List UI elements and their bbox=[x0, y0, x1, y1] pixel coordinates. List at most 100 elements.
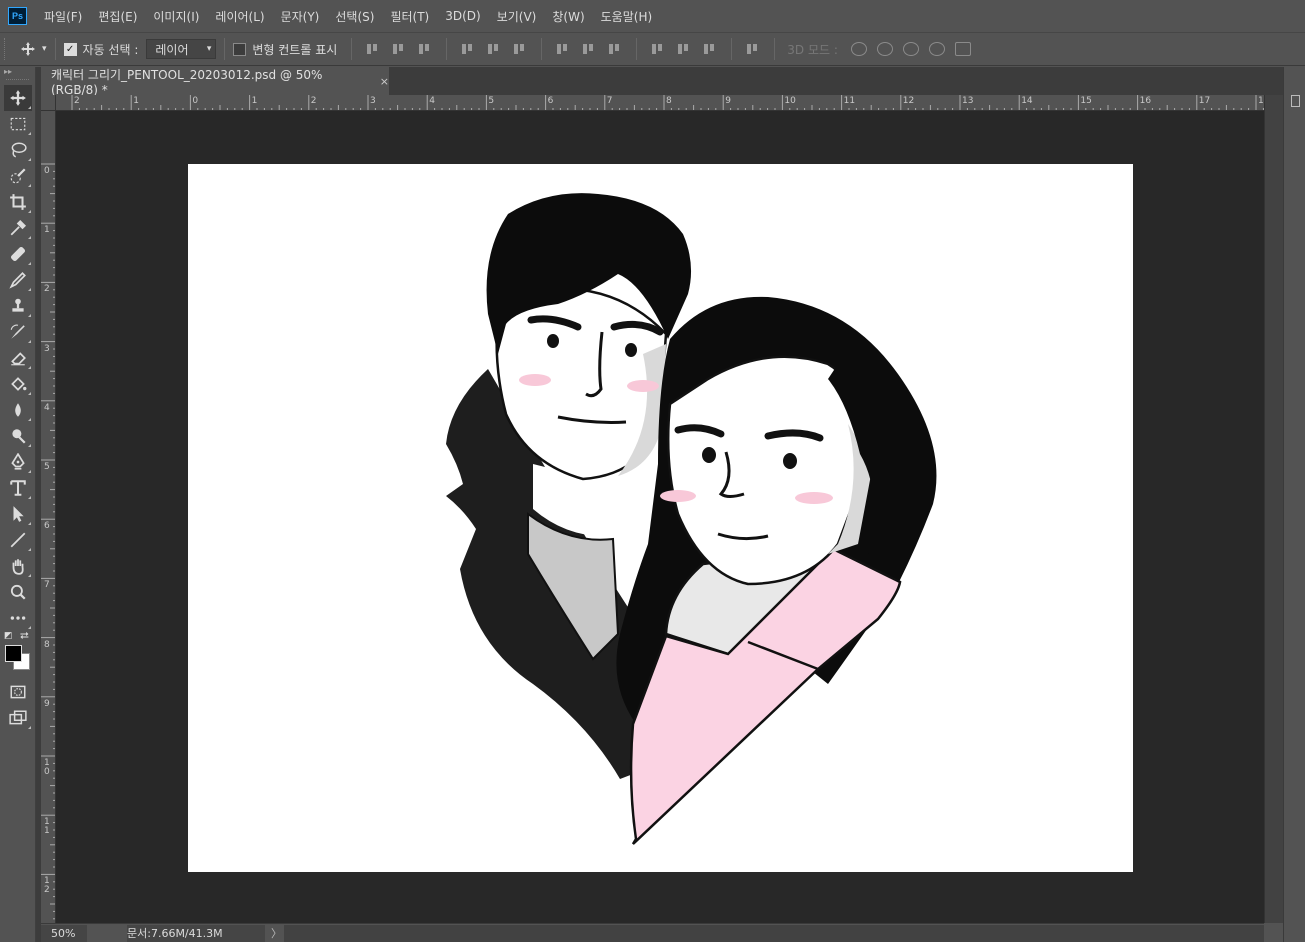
ruler-origin[interactable] bbox=[41, 95, 56, 111]
distribute-left-icon[interactable] bbox=[651, 42, 665, 56]
chevron-down-icon: ▾ bbox=[206, 44, 212, 54]
menu-file[interactable]: 파일(F) bbox=[44, 8, 82, 25]
align-right-icon[interactable] bbox=[513, 42, 527, 56]
document-tab[interactable]: 캐릭터 그리기_PENTOOL_20203012.psd @ 50% (RGB/… bbox=[41, 67, 389, 97]
ruler-label: 2 bbox=[44, 284, 50, 295]
screen-mode-icon[interactable] bbox=[4, 705, 32, 731]
options-grip[interactable] bbox=[4, 38, 10, 60]
distribute-right-icon[interactable] bbox=[703, 42, 717, 56]
lasso-tool-icon[interactable] bbox=[4, 137, 32, 163]
hand-tool-icon[interactable] bbox=[4, 553, 32, 579]
3d-mode-label: 3D 모드 : bbox=[787, 42, 838, 57]
menu-select[interactable]: 선택(S) bbox=[335, 8, 374, 25]
ruler-label: 11 bbox=[843, 96, 856, 106]
transform-controls-checkbox[interactable] bbox=[233, 42, 247, 56]
menu-type[interactable]: 문자(Y) bbox=[281, 8, 320, 25]
path-select-tool-icon[interactable] bbox=[4, 501, 32, 527]
brush-tool-icon[interactable] bbox=[4, 267, 32, 293]
document-tab-bar: 캐릭터 그리기_PENTOOL_20203012.psd @ 50% (RGB/… bbox=[41, 67, 1283, 97]
distribute-vertical-center-icon[interactable] bbox=[582, 42, 596, 56]
align-top-icon[interactable] bbox=[366, 42, 380, 56]
transform-controls-label: 변형 컨트롤 표시 bbox=[252, 42, 338, 57]
vertical-scrollbar[interactable] bbox=[1264, 95, 1283, 923]
default-colors-icon[interactable]: ◩ bbox=[4, 631, 13, 641]
menu-bar: Ps 파일(F) 편집(E) 이미지(I) 레이어(L) 문자(Y) 선택(S)… bbox=[0, 0, 1305, 32]
ruler-label: 6 bbox=[547, 96, 554, 106]
scale-3d-icon[interactable] bbox=[954, 42, 971, 56]
line-tool-icon[interactable] bbox=[4, 527, 32, 553]
tool-preset-picker[interactable]: ▾ bbox=[20, 41, 47, 57]
orbit-3d-icon[interactable] bbox=[850, 42, 867, 56]
ruler-label: 12 bbox=[44, 876, 50, 896]
vertical-ruler[interactable]: 0 1 2 3 4 5 6 7 8 9 10 11 12 bbox=[41, 111, 56, 923]
blur-tool-icon[interactable] bbox=[4, 397, 32, 423]
ruler-label: 1 bbox=[251, 96, 258, 106]
divider bbox=[446, 38, 448, 60]
slide-3d-icon[interactable] bbox=[928, 42, 945, 56]
status-menu-arrow-icon[interactable]: 〉 bbox=[271, 925, 282, 941]
roll-3d-icon[interactable] bbox=[876, 42, 893, 56]
menu-layer[interactable]: 레이어(L) bbox=[215, 8, 264, 25]
ruler-label: 10 bbox=[784, 96, 796, 106]
ruler-label: 7 bbox=[44, 580, 50, 591]
menu-3d[interactable]: 3D(D) bbox=[445, 9, 480, 23]
horizontal-scrollbar[interactable] bbox=[284, 924, 1264, 942]
history-brush-tool-icon[interactable] bbox=[4, 319, 32, 345]
quick-mask-icon[interactable] bbox=[4, 679, 32, 705]
crop-tool-icon[interactable] bbox=[4, 189, 32, 215]
move-tool-icon[interactable] bbox=[4, 85, 32, 111]
auto-align-layers-icon[interactable] bbox=[746, 42, 760, 56]
align-left-icon[interactable] bbox=[461, 42, 475, 56]
marquee-tool-icon[interactable] bbox=[4, 111, 32, 137]
horizontal-ruler[interactable]: 210123456789101112131415161718 bbox=[56, 95, 1264, 111]
menu-window[interactable]: 창(W) bbox=[552, 8, 584, 25]
ruler-label: 3 bbox=[44, 343, 50, 354]
ruler-label: 5 bbox=[44, 462, 50, 472]
divider bbox=[224, 38, 226, 60]
auto-select-target-value: 레이어 bbox=[155, 42, 189, 57]
document-info: 문서:7.66M/41.3M bbox=[127, 924, 265, 942]
ruler-label: 0 bbox=[192, 96, 199, 106]
distribute-top-icon[interactable] bbox=[556, 42, 570, 56]
paint-bucket-tool-icon[interactable] bbox=[4, 371, 32, 397]
foreground-color-swatch[interactable] bbox=[5, 645, 22, 662]
collapse-toolbar-icon[interactable]: ▸▸ bbox=[0, 67, 35, 79]
align-horizontal-center-icon[interactable] bbox=[487, 42, 501, 56]
menu-view[interactable]: 보기(V) bbox=[497, 8, 537, 25]
right-panel-strip bbox=[1283, 67, 1305, 942]
drag-3d-icon[interactable] bbox=[902, 42, 919, 56]
zoom-level-field[interactable]: 50% bbox=[41, 924, 87, 942]
more-tools-icon[interactable] bbox=[4, 605, 32, 631]
properties-panel-icon[interactable] bbox=[1291, 95, 1300, 107]
dodge-tool-icon[interactable] bbox=[4, 423, 32, 449]
eraser-tool-icon[interactable] bbox=[4, 345, 32, 371]
align-vertical-center-icon[interactable] bbox=[392, 42, 406, 56]
healing-brush-tool-icon[interactable] bbox=[4, 241, 32, 267]
align-bottom-icon[interactable] bbox=[418, 42, 432, 56]
photoshop-logo-icon: Ps bbox=[8, 7, 27, 25]
pen-tool-icon[interactable] bbox=[4, 449, 32, 475]
divider bbox=[636, 38, 638, 60]
document-tab-title: 캐릭터 그리기_PENTOOL_20203012.psd @ 50% (RGB/… bbox=[51, 67, 323, 97]
auto-select-checkbox[interactable]: ✓ bbox=[63, 42, 77, 56]
ruler-label: 8 bbox=[44, 639, 50, 650]
menu-image[interactable]: 이미지(I) bbox=[153, 8, 199, 25]
menu-help[interactable]: 도움말(H) bbox=[601, 8, 653, 25]
menu-filter[interactable]: 필터(T) bbox=[390, 8, 429, 25]
distribute-horizontal-center-icon[interactable] bbox=[677, 42, 691, 56]
quick-select-tool-icon[interactable] bbox=[4, 163, 32, 189]
swap-colors-icon[interactable]: ⮂ bbox=[20, 629, 29, 643]
auto-select-target-dropdown[interactable]: 레이어 ▾ bbox=[146, 39, 217, 59]
type-tool-icon[interactable] bbox=[4, 475, 32, 501]
ruler-label: 2 bbox=[74, 96, 80, 106]
artboard[interactable] bbox=[188, 164, 1133, 872]
status-bar: 50% 문서:7.66M/41.3M 〉 bbox=[41, 923, 1264, 942]
menu-edit[interactable]: 편집(E) bbox=[98, 8, 137, 25]
eyedropper-tool-icon[interactable] bbox=[4, 215, 32, 241]
clone-stamp-tool-icon[interactable] bbox=[4, 293, 32, 319]
canvas-area[interactable] bbox=[56, 111, 1264, 923]
distribute-bottom-icon[interactable] bbox=[608, 42, 622, 56]
close-icon[interactable]: × bbox=[380, 75, 389, 88]
ruler-label: 0 bbox=[44, 166, 50, 176]
zoom-tool-icon[interactable] bbox=[4, 579, 32, 605]
